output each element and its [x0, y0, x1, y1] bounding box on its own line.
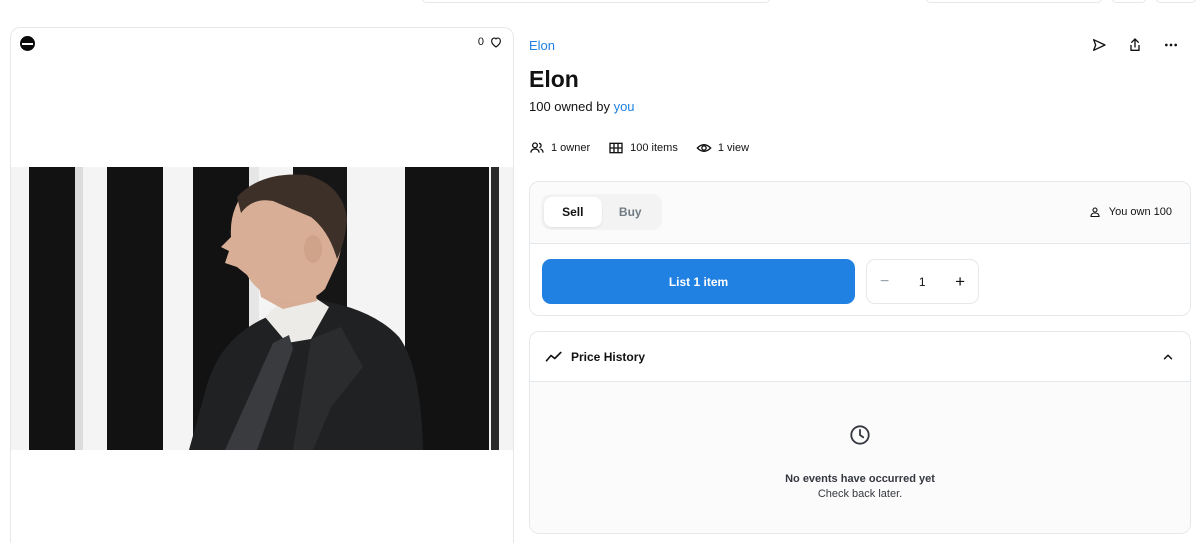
empty-state-title: No events have occurred yet: [785, 473, 935, 485]
you-own-indicator: You own 100: [1089, 206, 1172, 218]
person-icon: [1090, 207, 1100, 218]
trade-mode-toggle: Sell Buy: [541, 194, 662, 230]
quantity-stepper: − 1 +: [866, 259, 979, 304]
price-history-panel: Price History No events have occurred ye…: [529, 331, 1191, 534]
owners-count: 1 owner: [551, 142, 591, 154]
trade-panel: Sell Buy You own 100 List 1 item − 1 +: [529, 181, 1191, 316]
item-actions: [1090, 36, 1180, 54]
more-button[interactable]: [1162, 36, 1180, 54]
list-item-button[interactable]: List 1 item: [542, 259, 855, 304]
search-bar-fragment[interactable]: [422, 0, 770, 3]
views-count: 1 view: [717, 142, 750, 154]
tab-sell[interactable]: Sell: [544, 197, 602, 227]
item-stats: 1 owner 100 items 1 view: [529, 140, 749, 156]
item-title: Elon: [529, 66, 579, 92]
chevron-up-icon[interactable]: [1161, 350, 1175, 364]
share-icon: [1130, 38, 1140, 51]
header-button-fragment[interactable]: [926, 0, 1102, 3]
eye-icon: [696, 144, 712, 152]
favorite-count: 0: [477, 36, 484, 48]
increase-quantity-button[interactable]: +: [955, 272, 965, 292]
send-icon: [1093, 39, 1106, 51]
owned-by-line: 100 owned by you: [529, 99, 635, 114]
trade-panel-header: Sell Buy You own 100: [530, 182, 1190, 244]
quantity-value[interactable]: 1: [919, 275, 926, 289]
people-icon: [530, 142, 544, 153]
collection-link[interactable]: Elon: [529, 38, 555, 53]
trending-icon: [545, 348, 563, 366]
heart-icon: [491, 37, 501, 48]
item-media-card: 0: [10, 27, 514, 543]
owner-link[interactable]: you: [614, 99, 635, 114]
items-count: 100 items: [630, 142, 678, 154]
share-button[interactable]: [1126, 36, 1144, 54]
portrait-illustration: [11, 167, 513, 450]
owners-stat[interactable]: 1 owner: [529, 140, 590, 156]
favorite-button[interactable]: 0: [478, 35, 503, 49]
items-stat: 100 items: [608, 140, 678, 156]
tab-buy[interactable]: Buy: [602, 197, 660, 227]
item-image: [11, 167, 513, 450]
owned-prefix: 100 owned by: [529, 99, 614, 114]
price-history-empty-state: No events have occurred yet Check back l…: [530, 382, 1190, 533]
decrease-quantity-button[interactable]: −: [880, 273, 889, 291]
send-button[interactable]: [1090, 36, 1108, 54]
price-history-header[interactable]: Price History: [530, 332, 1190, 382]
you-own-label: You own 100: [1108, 206, 1172, 218]
more-icon: [1165, 43, 1177, 47]
header-icon-button-fragment[interactable]: [1112, 0, 1146, 3]
grid-icon: [609, 142, 623, 154]
chain-icon: [20, 36, 35, 51]
empty-state-subtitle: Check back later.: [817, 488, 903, 500]
price-history-title: Price History: [571, 349, 646, 364]
clock-icon: [850, 425, 870, 445]
views-stat: 1 view: [696, 140, 749, 156]
header-icon-button-fragment[interactable]: [1156, 0, 1196, 3]
